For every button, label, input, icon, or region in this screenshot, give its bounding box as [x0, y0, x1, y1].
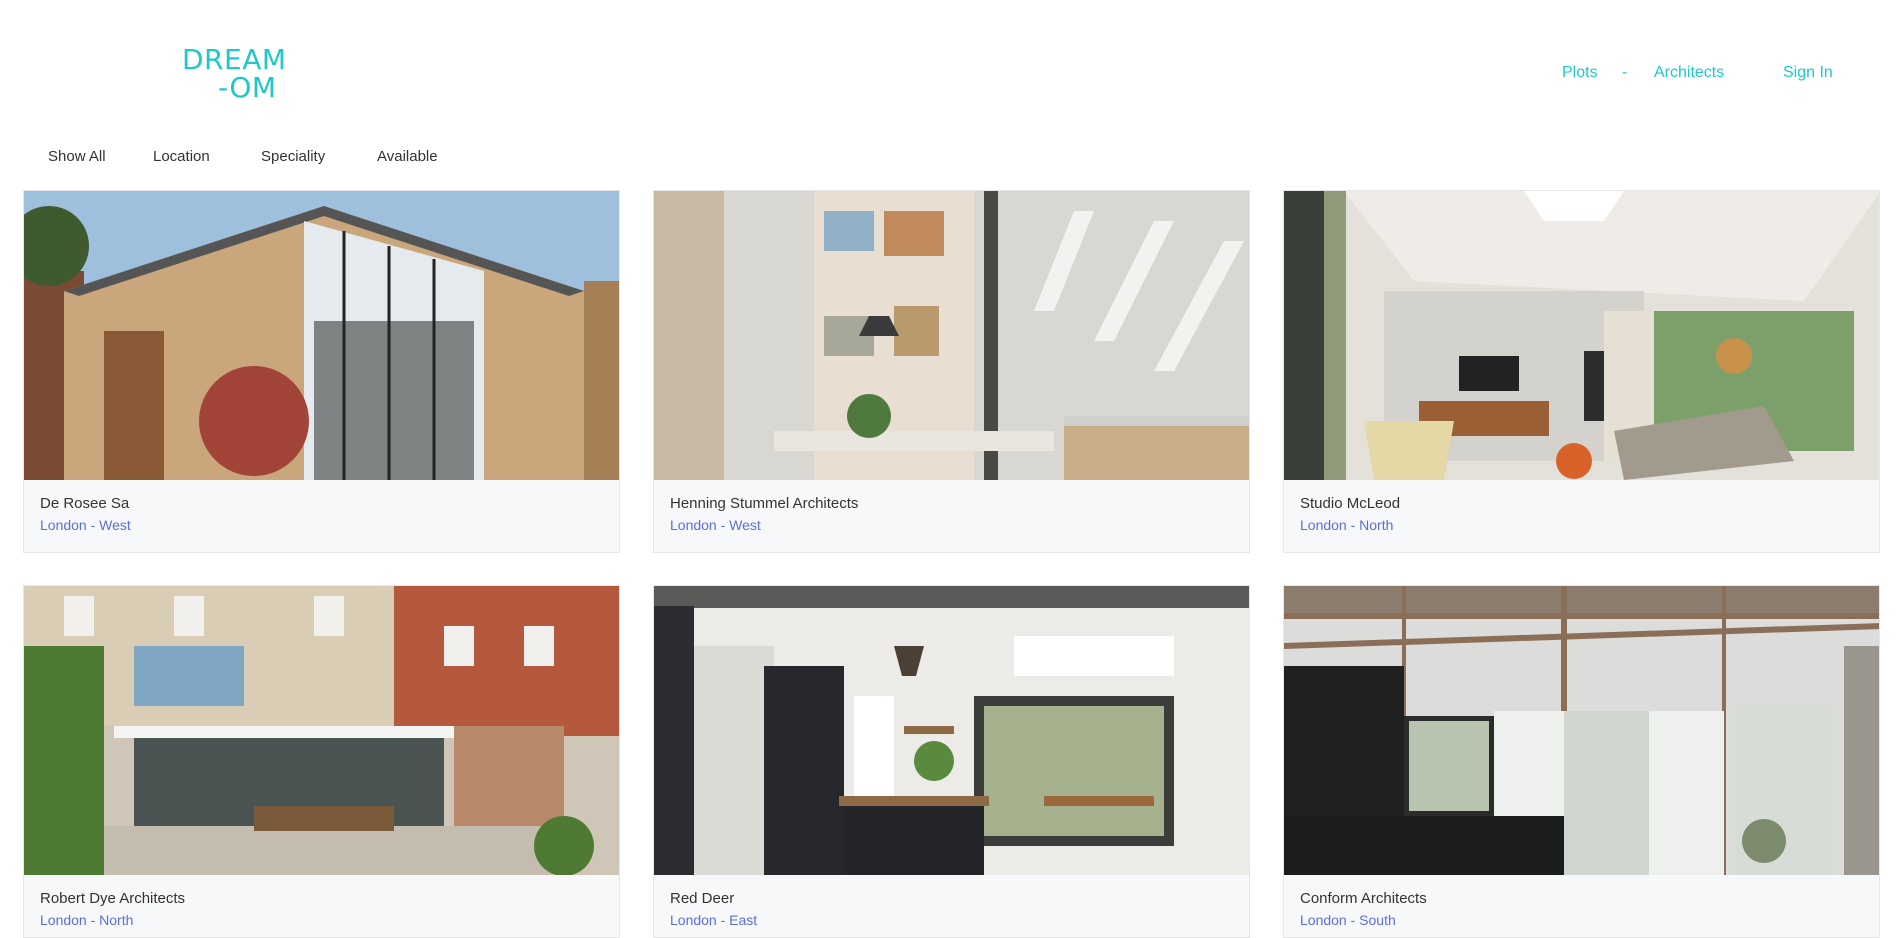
architect-card[interactable]: Studio McLeod London - North: [1283, 190, 1880, 553]
architect-card[interactable]: Red Deer London - East: [653, 585, 1250, 938]
project-photo: [1284, 586, 1879, 875]
project-photo: [654, 586, 1249, 875]
architect-name: Studio McLeod: [1300, 495, 1401, 512]
project-photo: [654, 191, 1249, 480]
architect-card[interactable]: Conform Architects London - South: [1283, 585, 1880, 938]
architect-location: London - West: [40, 517, 131, 533]
architect-name: Henning Stummel Architects: [670, 495, 859, 512]
project-photo: [24, 191, 619, 480]
nav-architects-link[interactable]: Architects: [1654, 64, 1724, 82]
filter-show-all[interactable]: Show All: [48, 148, 106, 165]
project-photo: [1284, 191, 1879, 480]
architect-name: Robert Dye Architects: [40, 890, 186, 907]
brand-logo[interactable]: DREAM -OM: [182, 46, 287, 102]
architect-location: London - East: [670, 912, 758, 928]
filter-available[interactable]: Available: [377, 148, 438, 165]
architect-location: London - West: [670, 517, 761, 533]
nav-separator: -: [1622, 64, 1628, 81]
architect-name: Conform Architects: [1300, 890, 1427, 907]
architect-card[interactable]: Robert Dye Architects London - North: [23, 585, 620, 938]
filter-speciality[interactable]: Speciality: [261, 148, 325, 165]
nav-plots-link[interactable]: Plots: [1562, 64, 1598, 82]
sign-in-link[interactable]: Sign In: [1783, 64, 1833, 82]
architect-card[interactable]: Henning Stummel Architects London - West: [653, 190, 1250, 553]
brand-logo-line1: DREAM: [182, 43, 287, 76]
architect-name: De Rosee Sa: [40, 495, 130, 512]
architect-name: Red Deer: [670, 890, 735, 907]
brand-logo-line2: -OM: [218, 71, 277, 104]
architect-card[interactable]: De Rosee Sa London - West: [23, 190, 620, 553]
site-header: DREAM -OM Plots - Architects Sign In: [0, 0, 1903, 140]
architect-location: London - North: [40, 912, 134, 928]
project-photo: [24, 586, 619, 875]
filter-location[interactable]: Location: [153, 148, 210, 165]
architect-location: London - North: [1300, 517, 1394, 533]
architect-location: London - South: [1300, 912, 1396, 928]
